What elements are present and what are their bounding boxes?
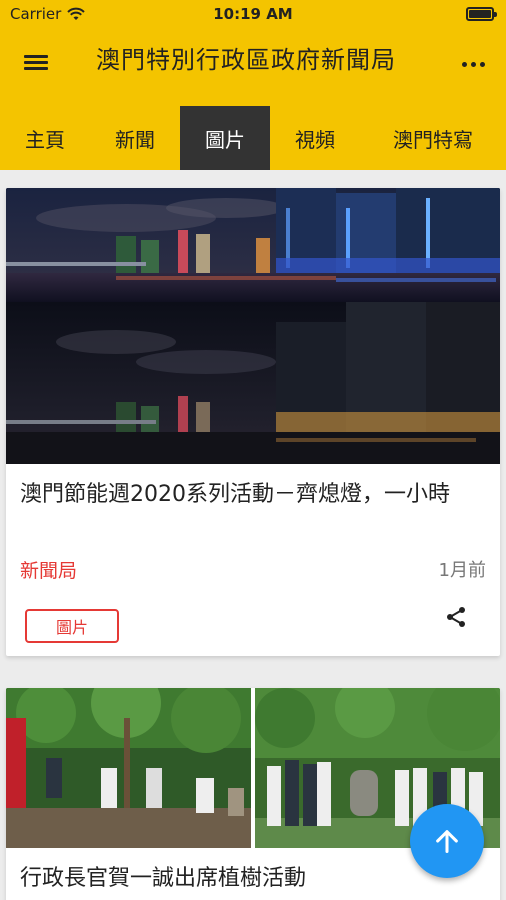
photo-city-lights-off (6, 302, 500, 464)
tab-home[interactable]: 主頁 (0, 106, 90, 170)
photo-city-lights-on (6, 188, 500, 302)
photo-tree-planting-left (6, 688, 251, 848)
category-tag-button[interactable]: 圖片 (25, 609, 119, 643)
tab-photos[interactable]: 圖片 (180, 106, 270, 170)
status-bar: Carrier 10:19 AM (0, 0, 506, 30)
more-options-icon[interactable] (458, 52, 488, 76)
share-icon[interactable] (444, 605, 468, 629)
news-time-ago: 1月前 (438, 560, 486, 581)
news-title[interactable]: 澳門節能週2020系列活動－齊熄燈，一小時 (20, 478, 480, 512)
battery-icon (466, 7, 497, 21)
news-photo[interactable] (6, 188, 500, 464)
tab-news[interactable]: 新聞 (90, 106, 180, 170)
news-card[interactable]: 澳門節能週2020系列活動－齊熄燈，一小時 新聞局 1月前 圖片 (6, 188, 500, 656)
hamburger-menu-icon[interactable] (24, 52, 52, 76)
app-title: 澳門特別行政區政府新聞局 (96, 46, 396, 74)
scroll-to-top-button[interactable] (410, 804, 484, 878)
news-source: 新聞局 (20, 560, 78, 582)
app-header: 澳門特別行政區政府新聞局 主頁 新聞 圖片 視頻 澳門特寫 (0, 30, 506, 170)
news-title[interactable]: 行政長官賀一誠出席植樹活動 (20, 862, 480, 896)
tab-bar: 主頁 新聞 圖片 視頻 澳門特寫 (0, 106, 506, 170)
status-time: 10:19 AM (213, 5, 293, 23)
tab-videos[interactable]: 視頻 (270, 106, 360, 170)
tab-macao-feature[interactable]: 澳門特寫 (360, 106, 506, 170)
arrow-up-icon (436, 830, 458, 854)
